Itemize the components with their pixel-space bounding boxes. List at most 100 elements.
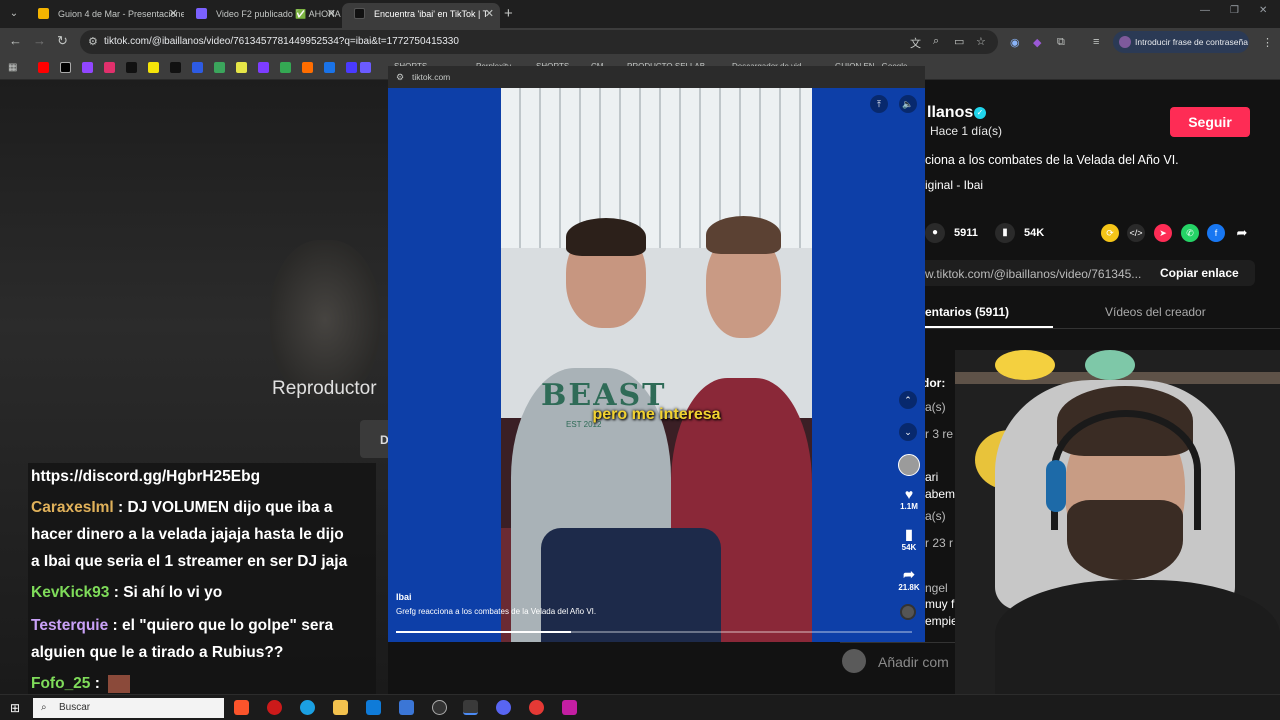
- url-text[interactable]: tiktok.com/@ibaillanos/video/76134577814…: [104, 36, 459, 47]
- facebook-icon[interactable]: f: [1207, 224, 1225, 242]
- bookmark-icon[interactable]: [324, 62, 335, 73]
- music-disc-icon[interactable]: [900, 604, 916, 620]
- app-icon[interactable]: [562, 700, 577, 715]
- chevron-down-icon[interactable]: ⌄: [899, 423, 917, 441]
- float-icon[interactable]: ⤒: [870, 95, 888, 113]
- extension-icon[interactable]: ◉: [1010, 36, 1020, 49]
- cast-icon[interactable]: ▭: [954, 35, 964, 48]
- chat-text: :: [90, 675, 100, 693]
- restore-icon[interactable]: ❐: [1230, 5, 1239, 16]
- bookmark-icon[interactable]: [360, 62, 371, 73]
- close-window-icon[interactable]: ✕: [1259, 5, 1267, 16]
- video-link[interactable]: w.tiktok.com/@ibaillanos/video/761345...: [925, 267, 1141, 281]
- like-button[interactable]: ♥ 1.1M: [896, 486, 922, 511]
- browser-tab-active[interactable]: Encuentra 'ibai' en TikTok | T ✕: [342, 3, 500, 28]
- hoodie: [995, 580, 1280, 694]
- bookmark-icon[interactable]: [346, 62, 357, 73]
- site-info-icon[interactable]: ⚙: [88, 35, 98, 48]
- menu-kebab-icon[interactable]: ⋮: [1262, 36, 1273, 49]
- site-info-icon[interactable]: ⚙: [396, 66, 404, 88]
- video-progress-bar[interactable]: [396, 631, 912, 633]
- bookmark-icon[interactable]: [214, 62, 225, 73]
- bookmark-icon[interactable]: [148, 62, 159, 73]
- tab-search-button[interactable]: ⌄: [5, 5, 23, 23]
- comment-meta: a(s): [925, 509, 946, 523]
- forward-arrow-icon[interactable]: →: [33, 33, 46, 48]
- bookmark-icon[interactable]: [126, 62, 137, 73]
- video-author[interactable]: Ibai: [396, 592, 412, 602]
- video-player[interactable]: BEAST EST 2012 pero me interesa: [501, 88, 812, 642]
- apps-grid-icon[interactable]: ▦: [8, 62, 19, 73]
- extension-icon[interactable]: ◆: [1033, 36, 1041, 49]
- close-tab-icon[interactable]: ✕: [169, 3, 178, 25]
- new-tab-button[interactable]: +: [504, 5, 513, 22]
- twitch-icon[interactable]: [82, 62, 93, 73]
- windows-start-icon[interactable]: ⊞: [10, 701, 20, 715]
- chat-text: https://discord.gg/HgbrH25Ebg: [31, 468, 261, 485]
- discord-icon[interactable]: [496, 700, 511, 715]
- comment-author[interactable]: ngel: [925, 581, 948, 595]
- youtube-icon[interactable]: [38, 62, 49, 73]
- minimize-icon[interactable]: —: [1200, 5, 1210, 16]
- save-icon[interactable]: ▮: [995, 223, 1015, 243]
- media-controls-icon[interactable]: ≡: [1093, 36, 1099, 48]
- tab-comments[interactable]: entarios (5911): [925, 305, 1009, 319]
- close-tab-icon[interactable]: ✕: [485, 3, 494, 25]
- send-icon[interactable]: ➤: [1154, 224, 1172, 242]
- file-explorer-icon[interactable]: [333, 700, 348, 715]
- bookmark-icon[interactable]: [236, 62, 247, 73]
- whatsapp-icon[interactable]: ✆: [1181, 224, 1199, 242]
- password-prompt-button[interactable]: Introducir frase de contraseña: [1113, 31, 1249, 53]
- comment-replies[interactable]: r 3 re: [925, 427, 953, 441]
- zoom-icon[interactable]: ⌕: [933, 35, 939, 48]
- search-placeholder: Buscar: [59, 702, 91, 713]
- instagram-icon[interactable]: [104, 62, 115, 73]
- bookmark-icon[interactable]: [302, 62, 313, 73]
- back-arrow-icon[interactable]: ←: [9, 33, 22, 48]
- person-left-hair: [566, 218, 646, 256]
- close-tab-icon[interactable]: ✕: [327, 3, 336, 25]
- mail-icon[interactable]: [399, 700, 414, 715]
- extensions-puzzle-icon[interactable]: ⧉: [1057, 36, 1065, 49]
- bookmark-icon[interactable]: [192, 62, 203, 73]
- share-arrow-icon[interactable]: ➦: [1233, 224, 1251, 242]
- author-name[interactable]: llanos: [927, 104, 973, 122]
- bookmark-star-icon[interactable]: ☆: [976, 35, 986, 48]
- taskbar-search[interactable]: ⌕ Buscar: [33, 698, 224, 718]
- obs-icon[interactable]: [432, 700, 447, 715]
- store-icon[interactable]: [366, 700, 381, 715]
- opera-icon[interactable]: [267, 700, 282, 715]
- browser-tab[interactable]: Video F2 publicado ✅ AHORA ✕: [184, 3, 342, 28]
- chevron-up-icon[interactable]: ⌃: [899, 391, 917, 409]
- add-comment-input[interactable]: Añadir com: [878, 654, 949, 670]
- share-button[interactable]: ➦ 21.8K: [896, 566, 922, 592]
- address-bar[interactable]: ⚙ tiktok.com/@ibaillanos/video/761345778…: [80, 30, 998, 54]
- person-right-hair: [706, 216, 781, 254]
- comment-icon[interactable]: ●: [925, 223, 945, 243]
- pokeball-icon[interactable]: [529, 700, 544, 715]
- copy-link-button[interactable]: Copiar enlace: [1160, 266, 1239, 280]
- edge-icon[interactable]: [300, 700, 315, 715]
- repost-icon[interactable]: ⟳: [1101, 224, 1119, 242]
- volume-icon[interactable]: 🔈: [899, 95, 917, 113]
- browser-tab[interactable]: Guion 4 de Mar - Presentacione ✕: [26, 3, 184, 28]
- translate-icon[interactable]: 文: [910, 35, 921, 51]
- chrome-icon[interactable]: [463, 700, 478, 715]
- tab-creator-videos[interactable]: Vídeos del creador: [1105, 305, 1206, 319]
- brave-icon[interactable]: [234, 700, 249, 715]
- bookmark-icon[interactable]: [280, 62, 291, 73]
- creator-avatar[interactable]: [898, 454, 920, 476]
- music-label[interactable]: iginal - Ibai: [925, 178, 983, 192]
- follow-button[interactable]: Seguir: [1170, 107, 1250, 137]
- background-button[interactable]: D: [360, 420, 390, 458]
- comment-replies[interactable]: r 23 r: [925, 536, 953, 550]
- comment-author[interactable]: ari: [925, 470, 938, 484]
- bookmark-icon[interactable]: [258, 62, 269, 73]
- reload-icon[interactable]: ↻: [57, 33, 68, 49]
- embed-icon[interactable]: </>: [1127, 224, 1145, 242]
- saves-count: 54K: [901, 543, 917, 552]
- save-button[interactable]: ▮ 54K: [896, 526, 922, 552]
- tiktok-icon[interactable]: [170, 62, 181, 73]
- x-icon[interactable]: [60, 62, 71, 73]
- streamer-webcam: [955, 350, 1280, 694]
